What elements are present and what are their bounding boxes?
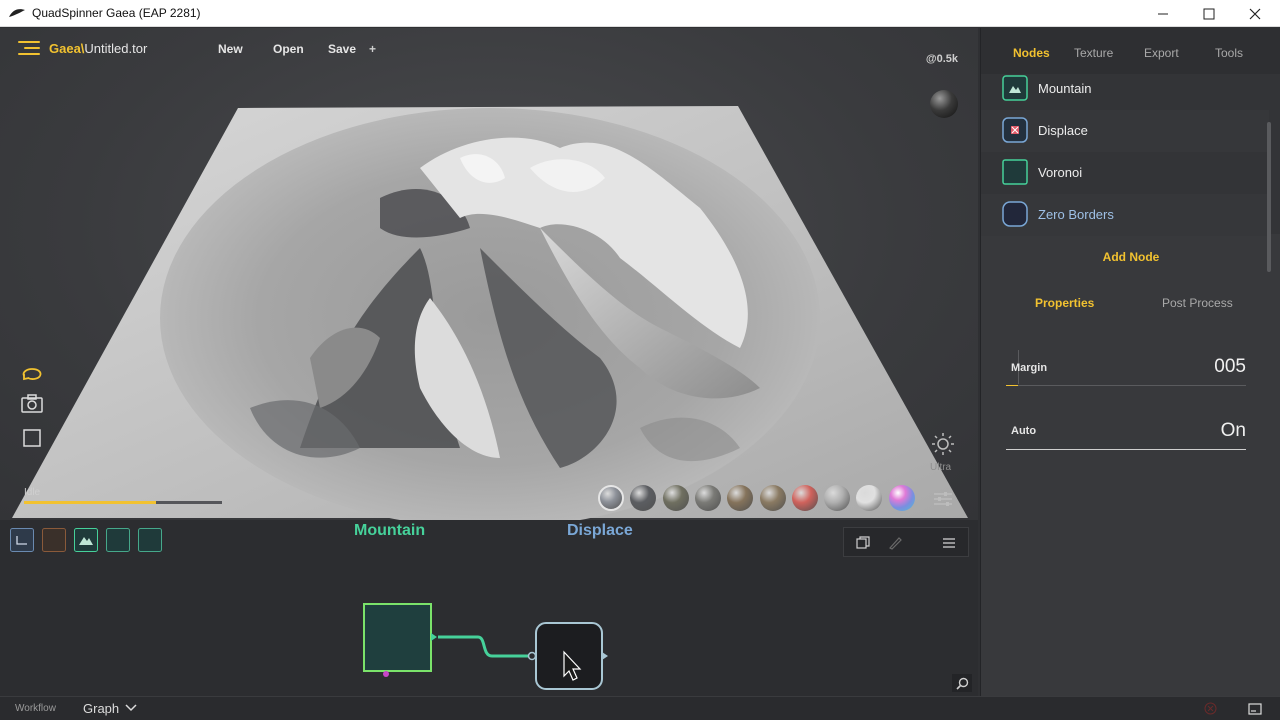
margin-property[interactable]: Margin 005 bbox=[1006, 350, 1246, 390]
material-swatch-red-clay[interactable] bbox=[791, 485, 818, 511]
right-panel: Nodes Texture Export Tools Mountain Disp… bbox=[980, 28, 1280, 696]
copy-icon[interactable] bbox=[855, 535, 871, 551]
status-bar: Workflow Graph bbox=[0, 696, 1280, 720]
mountain-icon bbox=[1002, 75, 1028, 101]
window-titlebar: QuadSpinner Gaea (EAP 2281) bbox=[0, 0, 1280, 27]
mountain-node-icon[interactable] bbox=[74, 528, 98, 552]
node-label: Voronoi bbox=[1038, 165, 1083, 180]
list-item-mountain[interactable]: Mountain bbox=[981, 68, 1269, 110]
graph-menu-icon[interactable] bbox=[941, 535, 957, 551]
voronoi-icon bbox=[1002, 159, 1028, 185]
material-swatch-slate[interactable] bbox=[598, 485, 624, 511]
tab-post-process[interactable]: Post Process bbox=[1162, 296, 1233, 310]
displace-node bbox=[535, 622, 603, 690]
new-button[interactable]: New bbox=[218, 42, 243, 56]
auto-label: Auto bbox=[1011, 425, 1037, 437]
minimize-button[interactable] bbox=[1140, 0, 1186, 27]
app-brand: Gaea\Untitled.tor bbox=[49, 41, 148, 56]
tab-texture[interactable]: Texture bbox=[1074, 46, 1113, 60]
graph-toolbar bbox=[843, 527, 969, 557]
search-icon bbox=[955, 677, 968, 690]
displace-input-port bbox=[527, 651, 537, 661]
material-swatch-iridescent[interactable] bbox=[888, 485, 915, 511]
material-swatch-desert[interactable] bbox=[759, 485, 786, 511]
camera-icon[interactable] bbox=[20, 393, 44, 415]
error-indicator-icon[interactable] bbox=[1204, 702, 1217, 715]
mountain-node bbox=[363, 603, 432, 672]
lighting-sphere-button[interactable] bbox=[930, 90, 958, 118]
file-name: Untitled.tor bbox=[84, 41, 148, 56]
build-progress-fill bbox=[24, 501, 157, 504]
margin-slider-track[interactable] bbox=[1006, 385, 1246, 386]
window-title: QuadSpinner Gaea (EAP 2281) bbox=[32, 6, 201, 20]
quality-label[interactable]: Ultra bbox=[930, 462, 951, 473]
tab-tools[interactable]: Tools bbox=[1215, 46, 1243, 60]
list-item-zero-borders[interactable]: Zero Borders bbox=[981, 194, 1269, 236]
console-icon[interactable] bbox=[1248, 703, 1262, 715]
tab-properties[interactable]: Properties bbox=[1035, 296, 1094, 310]
mountain-mask-port bbox=[383, 671, 389, 677]
auto-value[interactable]: On bbox=[1221, 420, 1246, 442]
mode-selector[interactable]: Graph bbox=[83, 701, 119, 716]
add-node-button[interactable]: Add Node bbox=[981, 250, 1280, 264]
workflow-label: Workflow bbox=[15, 703, 56, 714]
flat-node-icon[interactable] bbox=[10, 528, 34, 552]
save-button[interactable]: Save bbox=[328, 42, 356, 56]
build-progress-track bbox=[24, 501, 222, 504]
square-frame-icon[interactable] bbox=[20, 427, 44, 449]
mountain-output-port bbox=[431, 633, 437, 641]
app-logo-icon bbox=[9, 9, 25, 17]
zero-borders-icon bbox=[1002, 201, 1028, 227]
pencil-icon[interactable] bbox=[887, 535, 903, 551]
graph-node-title-displace: Displace bbox=[567, 522, 633, 539]
margin-label: Margin bbox=[1011, 362, 1048, 374]
3d-viewport[interactable]: Gaea\Untitled.tor New Open Save + @0.5k … bbox=[0, 28, 978, 520]
close-icon bbox=[1249, 8, 1261, 19]
material-swatch-grey-rock[interactable] bbox=[694, 485, 721, 511]
erosion-node-icon[interactable] bbox=[138, 528, 162, 552]
close-window-button[interactable] bbox=[1232, 0, 1278, 27]
sliders-settings-icon[interactable] bbox=[932, 489, 954, 509]
graph-node-title-mountain: Mountain bbox=[354, 522, 426, 539]
maximize-icon bbox=[1203, 8, 1215, 19]
node-label: Displace bbox=[1038, 123, 1088, 138]
tab-nodes[interactable]: Nodes bbox=[1013, 46, 1050, 60]
terrain-render[interactable] bbox=[0, 28, 978, 520]
texture-node-icon[interactable] bbox=[42, 528, 66, 552]
auto-property[interactable]: Auto On bbox=[1006, 420, 1246, 452]
build-status: Idle bbox=[24, 487, 41, 498]
displace-icon bbox=[1002, 117, 1028, 143]
add-menu-button[interactable]: + bbox=[369, 42, 376, 56]
main-menu-bar: Gaea\Untitled.tor New Open Save + bbox=[0, 28, 978, 68]
margin-slider-fill bbox=[1006, 385, 1018, 386]
node-label: Zero Borders bbox=[1038, 207, 1114, 222]
tab-export[interactable]: Export bbox=[1144, 46, 1179, 60]
resolution-label[interactable]: @0.5k bbox=[926, 53, 958, 65]
node-graph-editor[interactable]: Mountain Displace bbox=[0, 520, 978, 696]
hamburger-menu-icon[interactable] bbox=[18, 41, 40, 55]
node-label: Mountain bbox=[1038, 81, 1092, 96]
gaea-app: QuadSpinner Gaea (EAP 2281) Gaea\Untitle… bbox=[0, 0, 1280, 720]
displace-output-port bbox=[602, 652, 608, 660]
margin-value[interactable]: 005 bbox=[1214, 356, 1246, 378]
material-swatch-sandstone[interactable] bbox=[727, 485, 754, 511]
minimize-icon bbox=[1158, 13, 1168, 14]
node-list: Mountain Displace Voronoi Zero Borders bbox=[981, 74, 1280, 272]
list-item-displace[interactable]: Displace bbox=[981, 110, 1269, 152]
auto-underline bbox=[1006, 449, 1246, 450]
maximize-button[interactable] bbox=[1186, 0, 1232, 27]
sun-lighting-icon[interactable] bbox=[930, 431, 956, 457]
material-swatch-mossy[interactable] bbox=[662, 485, 689, 511]
voronoi-node-icon[interactable] bbox=[106, 528, 130, 552]
orbit-icon[interactable] bbox=[20, 364, 44, 386]
list-item-voronoi[interactable]: Voronoi bbox=[981, 152, 1269, 194]
mountain-to-displace-connection bbox=[438, 635, 532, 658]
open-button[interactable]: Open bbox=[273, 42, 304, 56]
node-graph-canvas[interactable] bbox=[350, 596, 630, 696]
chevron-down-icon[interactable] bbox=[124, 703, 138, 713]
graph-search-button[interactable] bbox=[952, 674, 972, 692]
material-swatch-chrome[interactable] bbox=[824, 485, 851, 511]
